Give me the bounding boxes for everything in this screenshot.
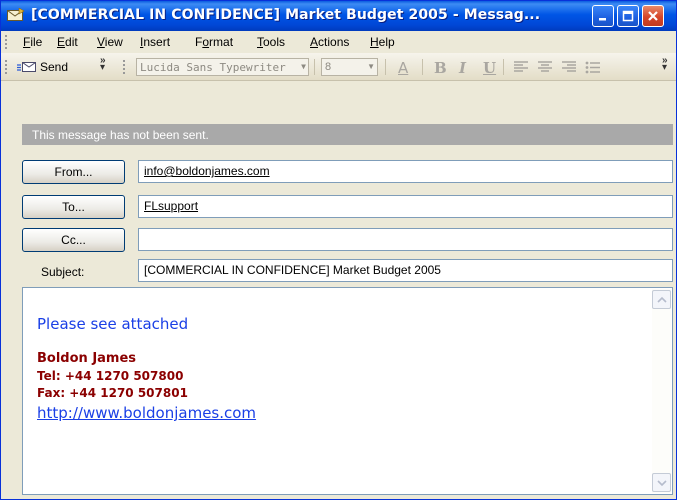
align-center-icon[interactable] <box>537 61 553 74</box>
from-field[interactable]: info@boldonjames.com <box>138 160 673 183</box>
font-name-select[interactable]: Lucida Sans Typewriter ▼ <box>136 58 309 76</box>
message-window: [COMMERCIAL IN CONFIDENCE] Market Budget… <box>0 0 677 500</box>
menu-edit[interactable]: Edit <box>57 35 78 49</box>
vertical-scrollbar[interactable] <box>652 289 671 493</box>
message-body[interactable]: Please see attached Boldon James Tel: +4… <box>22 287 673 495</box>
menu-help[interactable]: Help <box>370 35 395 49</box>
subject-field[interactable]: [COMMERCIAL IN CONFIDENCE] Market Budget… <box>138 259 673 282</box>
from-button[interactable]: From... <box>22 160 125 184</box>
subject-label: Subject: <box>41 265 85 279</box>
font-size-value: 8 <box>325 61 332 73</box>
font-size-select[interactable]: 8 ▼ <box>321 58 378 76</box>
chevron-down-icon: ▼ <box>367 62 375 71</box>
formatting-toolbar: Send » ▾ Lucida Sans Typewriter ▼ 8 ▼ A B… <box>1 53 676 81</box>
chevron-down-icon <box>657 480 667 487</box>
scroll-up-button[interactable] <box>652 290 671 309</box>
to-button[interactable]: To... <box>22 195 125 219</box>
font-color-button[interactable]: A <box>398 59 408 77</box>
menu-bar: File Edit View Insert Format Tools Actio… <box>1 31 676 53</box>
maximize-button[interactable] <box>617 5 639 27</box>
toolbar-overflow-icon[interactable]: » ▾ <box>662 56 668 73</box>
menu-file[interactable]: File <box>23 35 42 49</box>
window-title: [COMMERCIAL IN CONFIDENCE] Market Budget… <box>31 7 541 23</box>
cc-button[interactable]: Cc... <box>22 228 125 252</box>
menu-insert[interactable]: Insert <box>140 35 170 49</box>
minimize-icon <box>599 18 606 21</box>
menu-grip-handle[interactable] <box>5 35 8 51</box>
chevron-down-icon: ▼ <box>301 62 306 71</box>
to-field[interactable]: FLsupport <box>138 195 673 218</box>
toolbar-grip-handle[interactable] <box>5 60 8 76</box>
toolbar-separator <box>503 59 504 75</box>
bold-button[interactable]: B <box>434 59 447 77</box>
title-bar[interactable]: [COMMERCIAL IN CONFIDENCE] Market Budget… <box>1 1 676 31</box>
send-icon <box>17 62 36 72</box>
maximize-icon <box>622 10 634 22</box>
toolbar-separator <box>314 59 315 75</box>
toolbar-separator <box>422 59 423 75</box>
greeting-text: Please see attached <box>37 315 189 333</box>
menu-format[interactable]: Format <box>195 35 233 49</box>
envelope-icon <box>7 8 25 21</box>
chevron-up-icon <box>657 296 667 303</box>
minimize-button[interactable] <box>592 5 614 27</box>
signature-tel: Tel: +44 1270 507800 <box>37 369 184 383</box>
menu-view[interactable]: View <box>97 35 123 49</box>
subject-value: [COMMERCIAL IN CONFIDENCE] Market Budget… <box>144 263 441 277</box>
cc-field[interactable] <box>138 228 673 251</box>
toolbar-separator <box>385 59 386 75</box>
italic-button[interactable]: I <box>459 59 466 77</box>
send-button[interactable]: Send <box>17 58 97 76</box>
info-bar: This message has not been sent. <box>22 124 673 145</box>
signature-link[interactable]: http://www.boldonjames.com <box>37 404 256 422</box>
toolbar2-grip-handle[interactable] <box>123 60 126 76</box>
send-label: Send <box>40 60 69 74</box>
close-icon <box>648 11 658 21</box>
to-value: FLsupport <box>144 199 199 213</box>
close-button[interactable] <box>642 5 664 27</box>
menu-actions[interactable]: Actions <box>310 35 349 49</box>
align-right-icon[interactable] <box>561 61 577 74</box>
from-value: info@boldonjames.com <box>144 164 270 178</box>
bullets-icon[interactable] <box>585 61 601 74</box>
scroll-down-button[interactable] <box>652 473 671 492</box>
toolbar-overflow-icon[interactable]: » ▾ <box>100 56 106 73</box>
signature-fax: Fax: +44 1270 507801 <box>37 386 188 400</box>
align-left-icon[interactable] <box>513 61 529 74</box>
signature-name: Boldon James <box>37 351 137 366</box>
font-name-value: Lucida Sans Typewriter <box>140 61 286 74</box>
menu-tools[interactable]: Tools <box>257 35 285 49</box>
underline-button[interactable]: U <box>483 59 496 77</box>
